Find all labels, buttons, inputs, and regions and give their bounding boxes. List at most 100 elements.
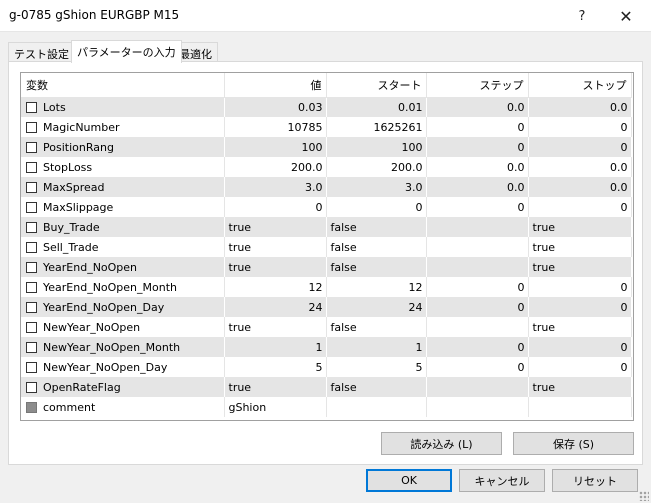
optimize-checkbox[interactable] — [26, 341, 37, 353]
parameter-start-cell[interactable]: 100 — [326, 137, 427, 157]
header-step[interactable]: ステップ — [426, 73, 529, 98]
parameter-value-cell[interactable]: 0 — [224, 197, 327, 217]
header-variable[interactable]: 変数 — [21, 73, 225, 98]
parameter-value-cell[interactable]: 10785 — [224, 117, 327, 137]
parameter-value-cell[interactable]: true — [224, 377, 327, 397]
parameter-start-cell[interactable]: false — [326, 257, 427, 277]
parameter-stop-cell[interactable]: 0.0 — [528, 157, 632, 177]
parameter-value-cell[interactable]: 12 — [224, 277, 327, 297]
parameter-stop-cell[interactable]: 0 — [528, 357, 632, 377]
parameter-step-cell[interactable]: 0 — [426, 337, 529, 357]
parameter-step-cell[interactable]: 0 — [426, 197, 529, 217]
parameter-row[interactable]: StopLoss 200.0 200.0 0.0 0.0 — [21, 157, 632, 177]
parameter-value-cell[interactable]: 3.0 — [224, 177, 327, 197]
parameter-row[interactable]: NewYear_NoOpen_Day 5 5 0 0 — [21, 357, 632, 377]
parameter-row[interactable]: YearEnd_NoOpen true false true — [21, 257, 632, 277]
parameter-step-cell[interactable] — [426, 377, 529, 397]
parameter-row[interactable]: OpenRateFlag true false true — [21, 377, 632, 397]
parameter-step-cell[interactable]: 0 — [426, 137, 529, 157]
parameter-row[interactable]: NewYear_NoOpen_Month 1 1 0 0 — [21, 337, 632, 357]
load-button[interactable]: 読み込み (L) — [381, 432, 502, 455]
parameter-value-cell[interactable]: true — [224, 217, 327, 237]
parameter-start-cell[interactable]: 12 — [326, 277, 427, 297]
parameter-step-cell[interactable]: 0 — [426, 357, 529, 377]
tab-parameters[interactable]: パラメーターの入力 — [71, 40, 182, 63]
parameter-start-cell[interactable]: 1625261 — [326, 117, 427, 137]
reset-button[interactable]: リセット — [552, 469, 638, 492]
parameter-start-cell[interactable]: false — [326, 217, 427, 237]
optimize-checkbox[interactable] — [26, 221, 37, 233]
parameter-value-cell[interactable]: true — [224, 257, 327, 277]
parameters-grid[interactable]: 変数 値 スタート ステップ ストップ Lots 0.03 0.01 0.0 0.0 Ma… — [20, 72, 634, 421]
parameter-row[interactable]: MaxSlippage 0 0 0 0 — [21, 197, 632, 217]
parameter-start-cell[interactable]: false — [326, 317, 427, 337]
parameter-stop-cell[interactable]: true — [528, 237, 632, 257]
optimize-checkbox[interactable] — [26, 261, 37, 273]
tab-test-settings[interactable]: テスト設定 — [8, 42, 75, 62]
parameter-stop-cell[interactable]: 0 — [528, 297, 632, 317]
parameter-step-cell[interactable] — [426, 397, 529, 417]
parameter-start-cell[interactable]: 1 — [326, 337, 427, 357]
parameter-stop-cell[interactable]: 0.0 — [528, 97, 632, 117]
parameter-step-cell[interactable]: 0.0 — [426, 177, 529, 197]
parameter-value-cell[interactable]: gShion — [224, 397, 327, 417]
parameter-value-cell[interactable]: true — [224, 317, 327, 337]
cancel-button[interactable]: キャンセル — [459, 469, 545, 492]
optimize-checkbox[interactable] — [26, 101, 37, 113]
optimize-checkbox[interactable] — [26, 381, 37, 393]
ok-button[interactable]: OK — [366, 469, 452, 492]
parameter-row[interactable]: NewYear_NoOpen true false true — [21, 317, 632, 337]
optimize-checkbox[interactable] — [26, 241, 37, 253]
parameter-stop-cell[interactable]: true — [528, 217, 632, 237]
optimize-checkbox[interactable] — [26, 181, 37, 193]
save-button[interactable]: 保存 (S) — [513, 432, 634, 455]
parameter-step-cell[interactable]: 0.0 — [426, 157, 529, 177]
optimize-checkbox[interactable] — [26, 201, 37, 213]
parameter-stop-cell[interactable]: 0 — [528, 117, 632, 137]
resize-grip-icon[interactable] — [639, 491, 649, 501]
parameter-step-cell[interactable]: 0.0 — [426, 97, 529, 117]
optimize-checkbox[interactable] — [26, 161, 37, 173]
parameter-stop-cell[interactable]: true — [528, 257, 632, 277]
parameter-row[interactable]: PositionRang 100 100 0 0 — [21, 137, 632, 157]
parameter-stop-cell[interactable]: 0 — [528, 277, 632, 297]
optimize-checkbox[interactable] — [26, 121, 37, 133]
optimize-checkbox[interactable] — [26, 141, 37, 153]
parameter-stop-cell[interactable]: 0.0 — [528, 177, 632, 197]
parameter-row[interactable]: MaxSpread 3.0 3.0 0.0 0.0 — [21, 177, 632, 197]
parameter-row[interactable]: Lots 0.03 0.01 0.0 0.0 — [21, 97, 632, 117]
header-stop[interactable]: ストップ — [528, 73, 632, 98]
parameter-value-cell[interactable]: 24 — [224, 297, 327, 317]
parameter-step-cell[interactable] — [426, 217, 529, 237]
parameter-stop-cell[interactable]: 0 — [528, 137, 632, 157]
parameter-row[interactable]: YearEnd_NoOpen_Month 12 12 0 0 — [21, 277, 632, 297]
optimize-checkbox[interactable] — [26, 361, 37, 373]
close-button[interactable]: ✕ — [606, 0, 646, 32]
parameter-start-cell[interactable] — [326, 397, 427, 417]
parameter-start-cell[interactable]: 3.0 — [326, 177, 427, 197]
parameter-stop-cell[interactable]: 0 — [528, 197, 632, 217]
parameter-step-cell[interactable] — [426, 317, 529, 337]
parameter-stop-cell[interactable]: 0 — [528, 337, 632, 357]
optimize-checkbox[interactable] — [26, 301, 37, 313]
parameter-step-cell[interactable]: 0 — [426, 297, 529, 317]
parameter-stop-cell[interactable]: true — [528, 377, 632, 397]
help-button[interactable]: ? — [562, 0, 602, 32]
parameter-step-cell[interactable] — [426, 237, 529, 257]
parameter-start-cell[interactable]: 5 — [326, 357, 427, 377]
parameter-stop-cell[interactable] — [528, 397, 632, 417]
parameter-value-cell[interactable]: true — [224, 237, 327, 257]
parameter-step-cell[interactable] — [426, 257, 529, 277]
parameter-row[interactable]: YearEnd_NoOpen_Day 24 24 0 0 — [21, 297, 632, 317]
parameter-row[interactable]: comment gShion — [21, 397, 632, 417]
parameter-stop-cell[interactable]: true — [528, 317, 632, 337]
parameter-step-cell[interactable]: 0 — [426, 277, 529, 297]
parameter-start-cell[interactable]: 24 — [326, 297, 427, 317]
parameter-start-cell[interactable]: 200.0 — [326, 157, 427, 177]
parameter-row[interactable]: MagicNumber 10785 1625261 0 0 — [21, 117, 632, 137]
parameter-value-cell[interactable]: 5 — [224, 357, 327, 377]
optimize-checkbox[interactable] — [26, 321, 37, 333]
parameter-value-cell[interactable]: 1 — [224, 337, 327, 357]
header-value[interactable]: 値 — [224, 73, 327, 98]
parameter-row[interactable]: Sell_Trade true false true — [21, 237, 632, 257]
